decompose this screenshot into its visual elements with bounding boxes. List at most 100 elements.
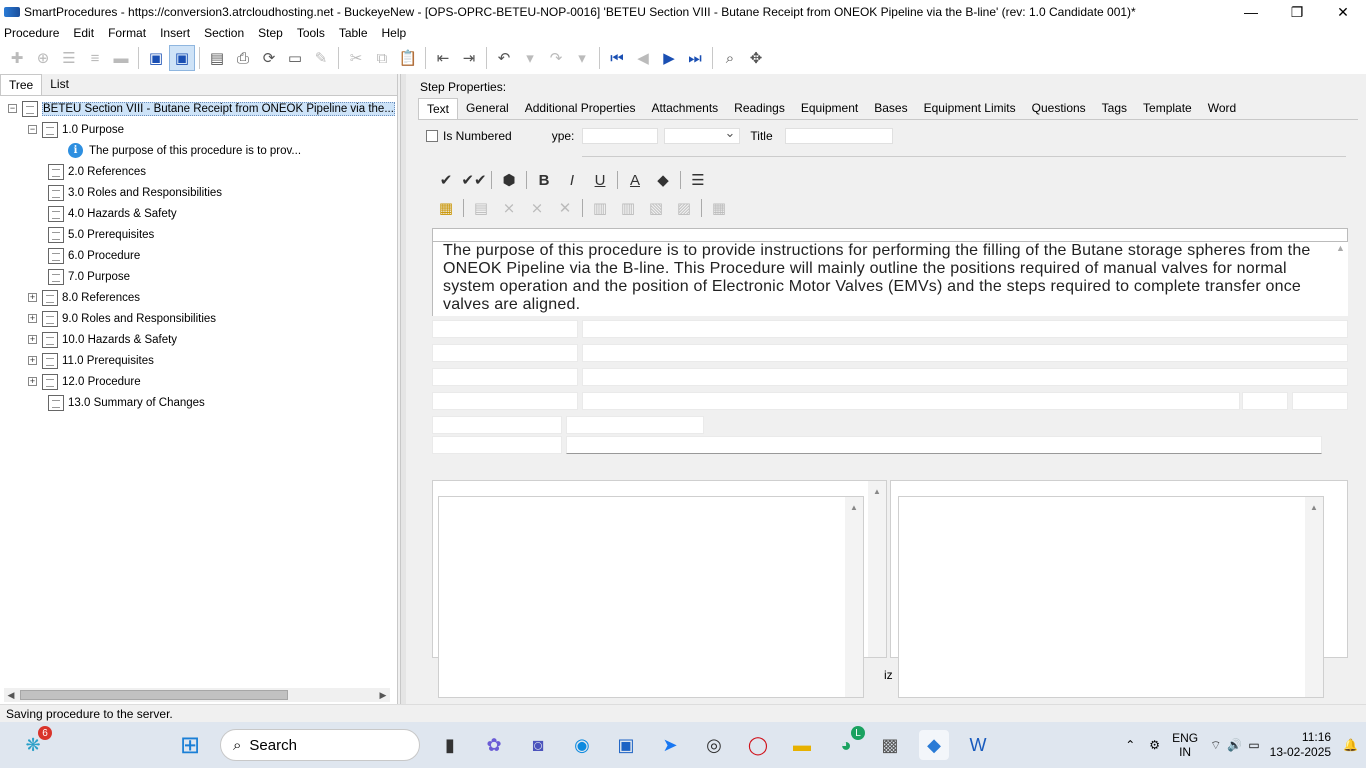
is-numbered-checkbox[interactable]: [426, 130, 438, 142]
tab-tags[interactable]: Tags: [1094, 98, 1135, 119]
tab-template[interactable]: Template: [1135, 98, 1200, 119]
scroll-right-icon[interactable]: ▶: [376, 690, 390, 701]
tree-node-hazards-2[interactable]: + 10.0 Hazards & Safety: [0, 329, 397, 351]
dell-icon[interactable]: ◎: [699, 730, 729, 760]
redo-icon[interactable]: ↷: [543, 45, 569, 71]
file-explorer-icon[interactable]: ▬: [787, 730, 817, 760]
start-icon[interactable]: ⊞: [175, 730, 205, 760]
expand-icon[interactable]: +: [28, 335, 37, 344]
split-cells-icon[interactable]: ▥: [614, 196, 642, 220]
step-text-editor[interactable]: The purpose of this procedure is to prov…: [432, 242, 1348, 316]
list-icon[interactable]: ☰: [56, 45, 82, 71]
align-icon[interactable]: ☰: [684, 168, 712, 192]
paste-icon[interactable]: 📋: [395, 45, 421, 71]
tab-list[interactable]: List: [42, 74, 77, 95]
field-middle-5[interactable]: [566, 416, 704, 434]
field-right-2[interactable]: [582, 344, 1348, 362]
notes-editor-left[interactable]: [438, 496, 864, 698]
teams-icon[interactable]: ◙: [523, 730, 553, 760]
menu-table[interactable]: Table: [339, 26, 368, 40]
indent-icon[interactable]: ⇥: [456, 45, 482, 71]
title-field[interactable]: [784, 128, 893, 144]
tab-equipment[interactable]: Equipment: [793, 98, 866, 119]
shield-icon[interactable]: ⬢: [495, 168, 523, 192]
remove-icon[interactable]: ▬: [108, 45, 134, 71]
delete-column-icon[interactable]: ⨯: [523, 196, 551, 220]
type-dropdown[interactable]: [664, 125, 741, 144]
expand-icon[interactable]: +: [28, 293, 37, 302]
tab-equipment-limits[interactable]: Equipment Limits: [916, 98, 1024, 119]
menu-help[interactable]: Help: [382, 26, 407, 40]
maximize-button[interactable]: ❐: [1274, 0, 1320, 24]
scroll-thumb[interactable]: [20, 690, 288, 700]
wifi-icon[interactable]: ⌔: [1210, 738, 1221, 753]
previous-icon[interactable]: ◀: [630, 45, 656, 71]
edge-icon[interactable]: ◉: [567, 730, 597, 760]
merge-cells-icon[interactable]: ▥: [586, 196, 614, 220]
tree-node-purpose-text[interactable]: i The purpose of this procedure is to pr…: [0, 140, 397, 161]
tree-node-purpose[interactable]: − 1.0 Purpose: [0, 119, 397, 141]
collapse-icon[interactable]: −: [8, 104, 17, 113]
double-check-icon[interactable]: ✔✔: [460, 168, 488, 192]
tree-node-hazards[interactable]: 4.0 Hazards & Safety: [0, 203, 397, 225]
field-left-3[interactable]: [432, 368, 578, 386]
tree-node-procedure-2[interactable]: + 12.0 Procedure: [0, 371, 397, 393]
notification-bell-icon[interactable]: 🔔: [1343, 738, 1358, 752]
battery-icon[interactable]: ▭: [1248, 738, 1259, 752]
add-child-icon[interactable]: ⊕: [30, 45, 56, 71]
type-field[interactable]: [582, 128, 659, 144]
panel-splitter[interactable]: [400, 74, 406, 704]
widgets-icon[interactable]: ❋ 6: [18, 726, 52, 760]
tree-node-root[interactable]: − BETEU Section VIII - Butane Receipt fr…: [0, 98, 397, 120]
last-icon[interactable]: ⏭: [682, 45, 708, 71]
tree-node-roles-2[interactable]: + 9.0 Roles and Responsibilities: [0, 308, 397, 330]
next-icon[interactable]: ▶: [656, 45, 682, 71]
table-row-icon[interactable]: ▤: [467, 196, 495, 220]
tree-node-roles[interactable]: 3.0 Roles and Responsibilities: [0, 182, 397, 204]
expand-icon[interactable]: +: [28, 377, 37, 386]
tab-tree[interactable]: Tree: [0, 74, 43, 95]
menu-tools[interactable]: Tools: [297, 26, 325, 40]
link-icon[interactable]: ⟳: [256, 45, 282, 71]
notes-editor-left-scrollbar[interactable]: [845, 497, 863, 697]
find-icon[interactable]: ⌕: [717, 45, 743, 71]
tree-node-prerequisites[interactable]: 5.0 Prerequisites: [0, 224, 397, 246]
tree-node-prerequisites-2[interactable]: + 11.0 Prerequisites: [0, 350, 397, 372]
menu-edit[interactable]: Edit: [73, 26, 94, 40]
tree-node-purpose-2[interactable]: 7.0 Purpose: [0, 266, 397, 288]
forward-icon[interactable]: ➤: [655, 730, 685, 760]
highlight-icon[interactable]: ◆: [649, 168, 677, 192]
redo-dropdown-icon[interactable]: ▾: [569, 45, 595, 71]
tab-general[interactable]: General: [458, 98, 517, 119]
field-small-1[interactable]: [1242, 392, 1288, 410]
check-icon[interactable]: ✔: [432, 168, 460, 192]
add-icon[interactable]: ✚: [4, 45, 30, 71]
cell-props-icon[interactable]: ▧: [642, 196, 670, 220]
smartprocedures-icon[interactable]: ◆: [919, 730, 949, 760]
notes-editor-right-scrollbar[interactable]: [1305, 497, 1323, 697]
chrome-icon[interactable]: ◕ L: [831, 726, 865, 760]
expand-icon[interactable]: +: [28, 314, 37, 323]
close-button[interactable]: ✕: [1320, 0, 1366, 24]
window-icon[interactable]: ▭: [282, 45, 308, 71]
tab-attachments[interactable]: Attachments: [643, 98, 726, 119]
field-left-6[interactable]: [432, 436, 562, 454]
chevron-up-icon[interactable]: ⌃: [1125, 738, 1135, 752]
monitor-icon[interactable]: ▤: [204, 45, 230, 71]
language-indicator[interactable]: ENG IN: [1172, 731, 1198, 759]
word-icon[interactable]: W: [963, 730, 993, 760]
menu-step[interactable]: Step: [258, 26, 283, 40]
grid-icon[interactable]: ▦: [705, 196, 733, 220]
field-left-5[interactable]: [432, 416, 562, 434]
remote-desktop-icon[interactable]: ▩: [875, 730, 905, 760]
copy-icon[interactable]: ⧉: [369, 45, 395, 71]
italic-icon[interactable]: I: [558, 168, 586, 192]
field-right-6[interactable]: [566, 436, 1322, 454]
editor-scrollbar[interactable]: [1334, 242, 1348, 316]
expand-icon[interactable]: +: [28, 356, 37, 365]
delete-table-icon[interactable]: ✕: [551, 196, 579, 220]
undo-icon[interactable]: ↶: [491, 45, 517, 71]
copilot-icon[interactable]: ✿: [479, 730, 509, 760]
menu-section[interactable]: Section: [204, 26, 244, 40]
menu-insert[interactable]: Insert: [160, 26, 190, 40]
